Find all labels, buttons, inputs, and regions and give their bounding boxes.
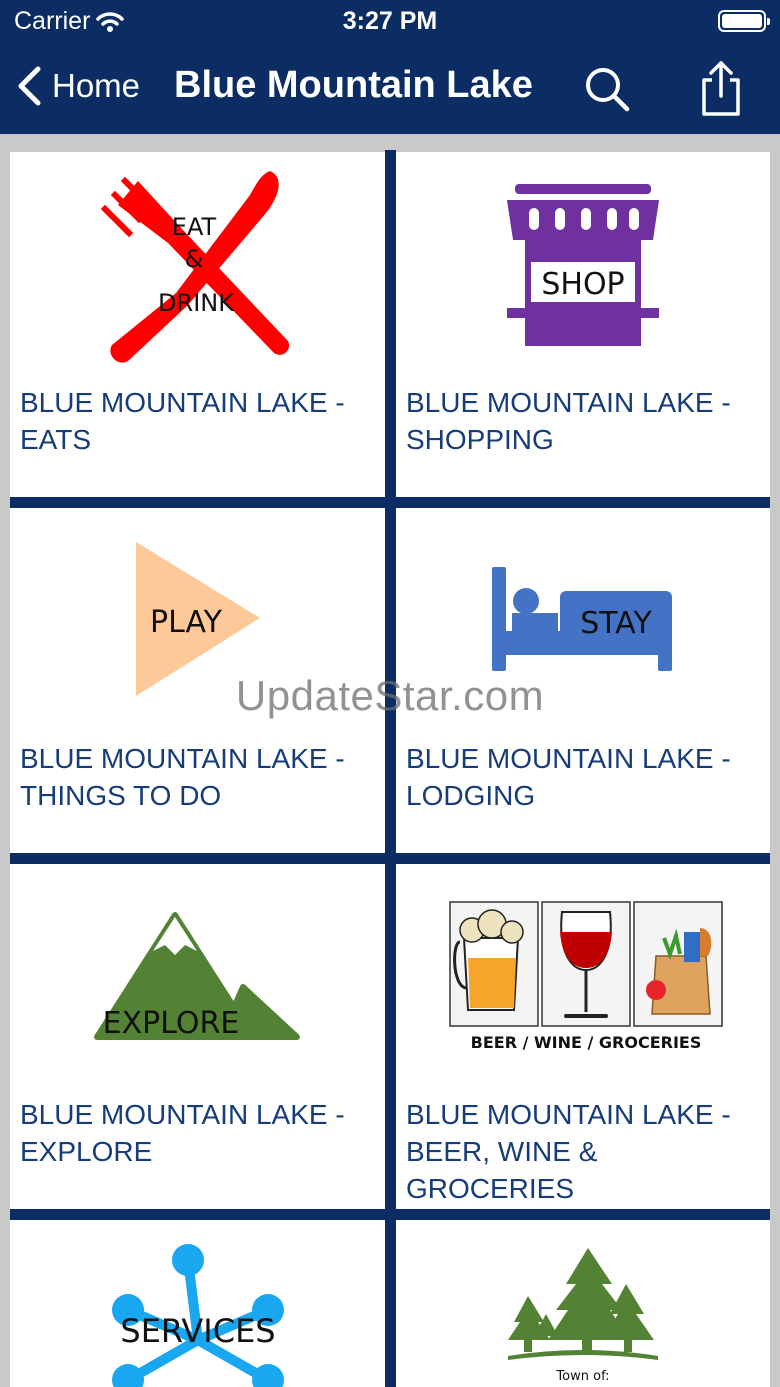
grid-divider-vertical (385, 150, 396, 1387)
grid-divider-horizontal (10, 853, 770, 864)
tile-label: BLUE MOUNTAIN LAKE - EATS (20, 387, 345, 455)
pine-trees-icon: Town of: (508, 1248, 658, 1384)
tile-town[interactable]: Town of: (396, 1220, 770, 1387)
tile-shopping[interactable]: SHOP BLUE MOUNTAIN LAKE - SHOPPING (396, 152, 770, 497)
tile-beer-wine-groceries[interactable]: BEER / WINE / GROCERIES BLUE MOUNTAIN LA… (396, 864, 770, 1209)
icon-text-services: SERVICES (120, 1312, 275, 1350)
mountain-icon: EXPLORE (93, 912, 300, 1041)
icon-text-play: PLAY (149, 605, 222, 640)
status-time: 3:27 PM (342, 7, 438, 35)
tile-eats[interactable]: EAT & DRINK BLUE MOUNTAIN LAKE - EATS (10, 152, 385, 497)
icon-text-and: & (184, 245, 203, 273)
tile-icon: BEER / WINE / GROCERIES (396, 898, 770, 1058)
bed-icon: STAY (492, 567, 672, 671)
top-bar: Carrier 3:27 PM Home Blue Mountain Lake (0, 0, 780, 134)
icon-text-explore: EXPLORE (102, 1006, 239, 1041)
grid-divider-horizontal (10, 1209, 770, 1220)
tile-services[interactable]: SERVICES (10, 1220, 385, 1387)
tile-icon: SHOP (396, 160, 770, 370)
storefront-icon: SHOP (507, 184, 659, 346)
navigation-bar: Home Blue Mountain Lake (0, 48, 780, 128)
beer-wine-groceries-icon: BEER / WINE / GROCERIES (449, 901, 723, 1052)
share-icon (702, 61, 740, 116)
tile-label: BLUE MOUNTAIN LAKE - SHOPPING (406, 387, 731, 455)
chevron-left-icon (18, 66, 41, 106)
icon-text-town: Town of: (555, 1369, 609, 1384)
tile-icon: SERVICES (10, 1240, 385, 1387)
search-button[interactable] (582, 64, 632, 114)
battery-icon (718, 10, 770, 32)
back-button[interactable]: Home (16, 66, 140, 106)
fork-knife-icon: EAT & DRINK (100, 171, 289, 363)
page-title: Blue Mountain Lake (174, 64, 533, 106)
tile-label: BLUE MOUNTAIN LAKE - LODGING (406, 743, 731, 811)
tile-icon: Town of: (396, 1244, 770, 1387)
tile-label: BLUE MOUNTAIN LAKE - EXPLORE (20, 1099, 345, 1167)
status-bar: Carrier 3:27 PM (0, 0, 780, 44)
share-button[interactable] (696, 58, 746, 118)
tile-icon: EAT & DRINK (10, 160, 385, 370)
watermark: UpdateStar.com (235, 672, 545, 719)
icon-text-beer-wine-groceries: BEER / WINE / GROCERIES (471, 1033, 702, 1052)
search-icon (586, 68, 630, 112)
tile-label: BLUE MOUNTAIN LAKE - BEER, WINE & GROCER… (406, 1099, 731, 1204)
network-icon: SERVICES (111, 1244, 284, 1387)
tile-label: BLUE MOUNTAIN LAKE - THINGS TO DO (20, 743, 345, 811)
tile-icon: EXPLORE (10, 872, 385, 1082)
back-label: Home (52, 67, 141, 104)
grid-divider-horizontal (10, 497, 770, 508)
tile-explore[interactable]: EXPLORE BLUE MOUNTAIN LAKE - EXPLORE (10, 864, 385, 1209)
icon-text-shop: SHOP (541, 267, 624, 302)
icon-text-eat: EAT (171, 213, 216, 241)
icon-text-drink: DRINK (158, 289, 235, 317)
icon-text-stay: STAY (580, 606, 652, 641)
